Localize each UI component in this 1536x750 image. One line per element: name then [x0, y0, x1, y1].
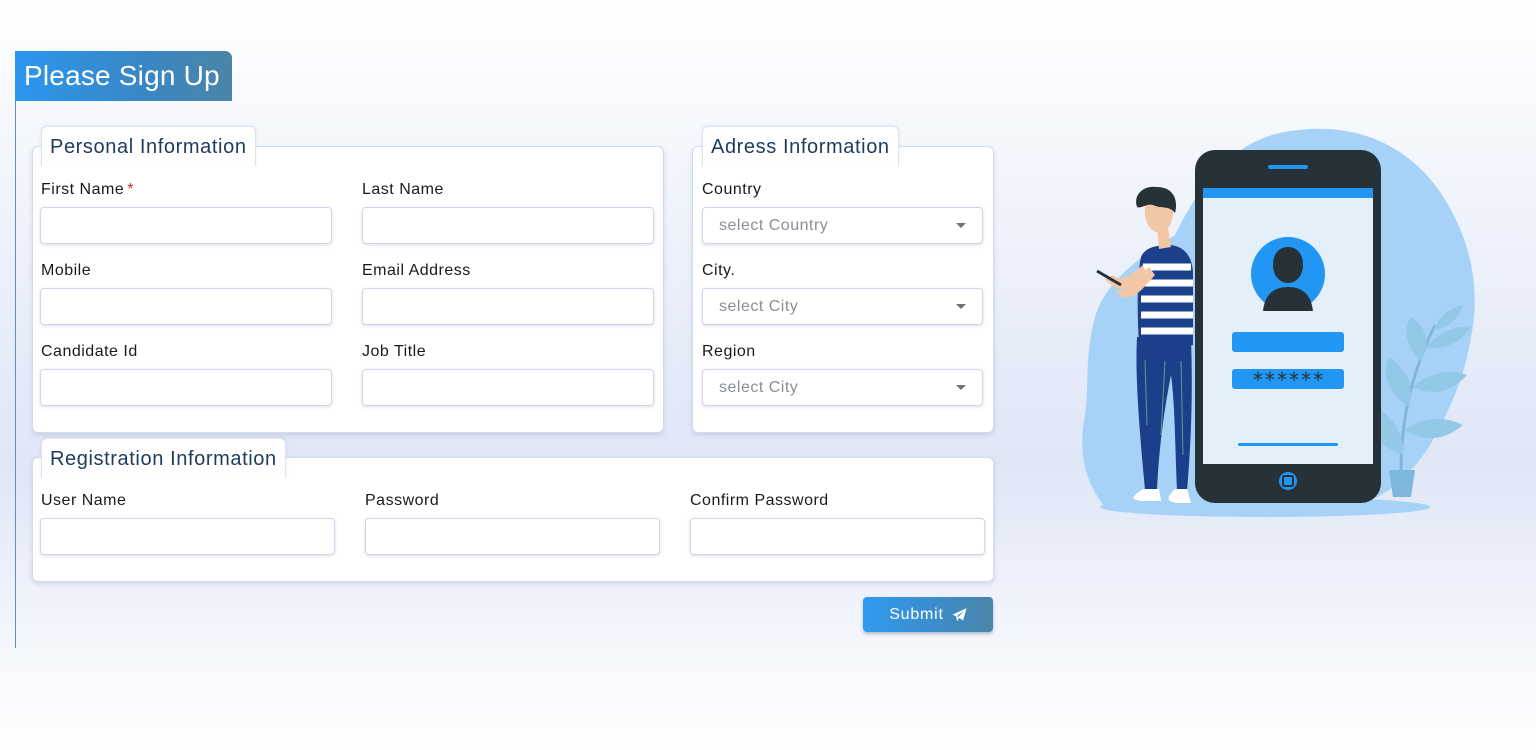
city-select[interactable]: select City: [702, 288, 983, 325]
page-left-rule: [15, 51, 16, 648]
last-name-label: Last Name: [362, 181, 444, 198]
caret-down-icon: [956, 385, 966, 390]
region-select[interactable]: select City: [702, 369, 983, 406]
page-title: Please Sign Up: [15, 51, 232, 101]
confirm-password-input[interactable]: [690, 518, 985, 555]
email-label: Email Address: [362, 262, 471, 279]
first-name-input[interactable]: [40, 207, 332, 244]
region-label: Region: [702, 343, 756, 360]
mobile-input[interactable]: [40, 288, 332, 325]
submit-label: Submit: [889, 605, 944, 623]
last-name-input[interactable]: [362, 207, 654, 244]
candidate-id-label: Candidate Id: [41, 343, 138, 360]
username-input[interactable]: [40, 518, 335, 555]
city-select-value: select City: [719, 298, 799, 315]
candidate-id-input[interactable]: [40, 369, 332, 406]
caret-down-icon: [956, 304, 966, 309]
password-mask-text: ******: [1252, 368, 1324, 392]
required-marker: *: [127, 181, 134, 198]
password-input[interactable]: [365, 518, 660, 555]
country-select-value: select Country: [719, 217, 829, 234]
signup-illustration: ******: [1082, 128, 1475, 517]
caret-down-icon: [956, 223, 966, 228]
job-title-input[interactable]: [362, 369, 654, 406]
email-input[interactable]: [362, 288, 654, 325]
country-select[interactable]: select Country: [702, 207, 983, 244]
job-title-label: Job Title: [362, 343, 427, 360]
mobile-label: Mobile: [41, 262, 92, 279]
country-label: Country: [702, 181, 762, 198]
phone-icon: ******: [1195, 150, 1381, 503]
address-info-legend: Adress Information: [702, 126, 899, 166]
submit-button[interactable]: Submit: [863, 597, 993, 632]
first-name-label: First Name *: [41, 181, 134, 198]
paper-plane-icon: [952, 607, 967, 621]
username-label: User Name: [41, 492, 127, 509]
region-select-value: select City: [719, 379, 799, 396]
city-label: City.: [702, 262, 736, 279]
registration-info-legend: Registration Information: [41, 438, 286, 478]
personal-info-legend: Personal Information: [41, 126, 256, 166]
password-label: Password: [365, 492, 440, 509]
confirm-password-label: Confirm Password: [690, 492, 829, 509]
